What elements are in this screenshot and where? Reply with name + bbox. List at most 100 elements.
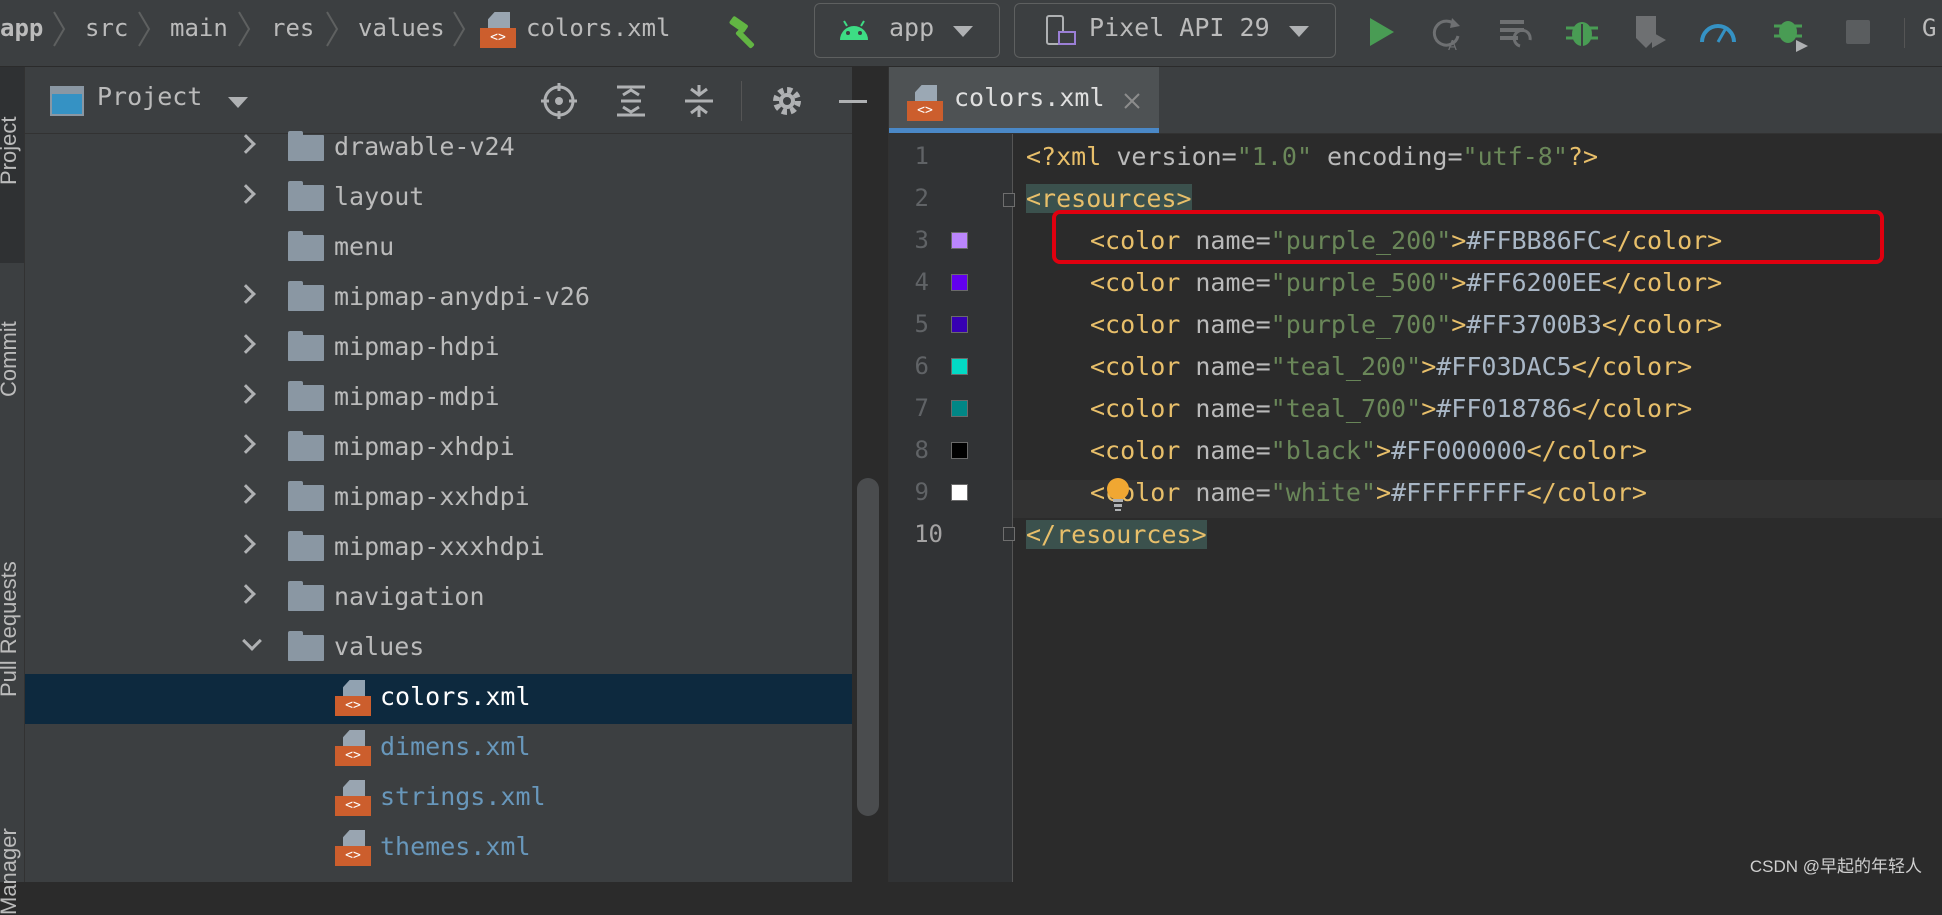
token: </color> — [1601, 310, 1723, 339]
tab-colors-xml[interactable]: <> colors.xml — [889, 67, 1159, 133]
breadcrumb-main[interactable]: main — [170, 14, 228, 42]
token: </color> — [1601, 268, 1723, 297]
tree-item-label: navigation — [334, 582, 485, 611]
hammer-icon[interactable] — [724, 12, 764, 52]
run-config-selector[interactable]: app — [814, 3, 1000, 58]
apply-code-changes-icon[interactable] — [1496, 12, 1536, 52]
locate-icon[interactable] — [541, 83, 577, 119]
tree-item-themes-xml[interactable]: <> themes.xml — [25, 824, 852, 874]
token: white — [1285, 478, 1361, 507]
color-swatch-purple-700[interactable] — [951, 316, 968, 333]
chevron-right-icon[interactable] — [236, 134, 256, 154]
color-swatch-black[interactable] — [951, 442, 968, 459]
run-icon[interactable] — [1362, 12, 1402, 52]
tree-item-layout[interactable]: layout — [25, 174, 852, 224]
android-icon — [840, 20, 868, 40]
device-selector[interactable]: Pixel API 29 — [1014, 3, 1336, 58]
tree-item-drawable-v24[interactable]: drawable-v24 — [25, 124, 852, 174]
profile-icon[interactable] — [1698, 12, 1738, 52]
gutter-separator — [1012, 134, 1013, 882]
color-swatch-teal-700[interactable] — [951, 400, 968, 417]
color-swatch-white[interactable] — [951, 484, 968, 501]
token: name — [1180, 478, 1256, 507]
breadcrumb-separator-icon — [326, 11, 339, 47]
tree-item-navigation[interactable]: navigation — [25, 574, 852, 624]
toolbar-overflow-text[interactable]: G — [1922, 14, 1936, 42]
apply-changes-icon[interactable]: A — [1426, 12, 1466, 52]
breadcrumb-app[interactable]: app — [0, 14, 43, 42]
chevron-right-icon[interactable] — [236, 434, 256, 454]
token: <color — [1090, 394, 1181, 423]
xml-file-icon: <> — [907, 85, 943, 121]
lightbulb-icon[interactable] — [1106, 477, 1130, 513]
token: " — [1270, 352, 1286, 381]
close-icon[interactable] — [1122, 91, 1142, 111]
commit-tool-tab-label[interactable]: Commit — [0, 321, 22, 397]
token: " — [1406, 352, 1422, 381]
tree-item-mipmap-xxxhdpi[interactable]: mipmap-xxxhdpi — [25, 524, 852, 574]
coverage-icon[interactable] — [1630, 12, 1670, 52]
stop-icon[interactable] — [1838, 12, 1878, 52]
line-number: 3 — [914, 226, 929, 254]
chevron-down-icon[interactable] — [242, 631, 262, 651]
hide-panel-icon[interactable] — [839, 100, 867, 103]
tree-item-mipmap-hdpi[interactable]: mipmap-hdpi — [25, 324, 852, 374]
project-tool-tab-label[interactable]: Project — [0, 117, 22, 185]
chevron-down-icon[interactable] — [228, 97, 248, 108]
tree-item-colors-xml[interactable]: <> colors.xml — [25, 674, 852, 724]
tree-item-menu[interactable]: menu — [25, 224, 852, 274]
line-number: 9 — [914, 478, 929, 506]
breadcrumb-res[interactable]: res — [271, 14, 314, 42]
project-view-label[interactable]: Project — [97, 82, 202, 111]
tree-item-strings-xml[interactable]: <> strings.xml — [25, 774, 852, 824]
color-swatch-purple-500[interactable] — [951, 274, 968, 291]
project-tree-scrollbar[interactable] — [857, 478, 879, 816]
token: " — [1270, 478, 1286, 507]
line-number: 6 — [914, 352, 929, 380]
debug-icon[interactable] — [1562, 12, 1602, 52]
navigation-bar: app src main res values <> colors.xml ap… — [0, 0, 1942, 67]
token: name — [1180, 352, 1256, 381]
project-tree: drawable-v24 layout menu mipmap-anydpi-v… — [25, 131, 852, 882]
chevron-right-icon[interactable] — [236, 584, 256, 604]
chevron-right-icon[interactable] — [236, 384, 256, 404]
expand-all-icon[interactable] — [613, 83, 649, 119]
chevron-right-icon[interactable] — [236, 284, 256, 304]
tree-item-mipmap-xxhdpi[interactable]: mipmap-xxhdpi — [25, 474, 852, 524]
chevron-right-icon[interactable] — [236, 484, 256, 504]
color-swatch-purple-200[interactable] — [951, 232, 968, 249]
token: = — [1255, 478, 1271, 507]
token: "1.0" — [1236, 142, 1312, 171]
color-swatch-teal-200[interactable] — [951, 358, 968, 375]
pull-requests-tool-tab-label[interactable]: Pull Requests — [0, 561, 22, 697]
chevron-right-icon[interactable] — [236, 334, 256, 354]
breadcrumb-src[interactable]: src — [85, 14, 128, 42]
tree-item-mipmap-xhdpi[interactable]: mipmap-xhdpi — [25, 424, 852, 474]
code-line-8: <color name="black">#FF000000</color> — [1090, 436, 1647, 465]
breadcrumb-values[interactable]: values — [358, 14, 445, 42]
token: #FF03DAC5 — [1436, 352, 1572, 381]
toolbar-divider — [1904, 18, 1905, 48]
chevron-right-icon[interactable] — [236, 184, 256, 204]
tree-item-mipmap-anydpi-v26[interactable]: mipmap-anydpi-v26 — [25, 274, 852, 324]
gear-icon[interactable] — [769, 83, 805, 119]
chevron-right-icon[interactable] — [236, 534, 256, 554]
code-line-4: <color name="purple_500">#FF6200EE</colo… — [1090, 268, 1722, 297]
manager-tool-tab-label[interactable]: Manager — [0, 828, 22, 915]
fold-marker-icon[interactable] — [1003, 193, 1015, 207]
collapse-all-icon[interactable] — [681, 83, 717, 119]
attach-debugger-icon[interactable] — [1770, 12, 1810, 52]
xml-file-icon: <> — [335, 730, 371, 766]
token: " — [1270, 394, 1286, 423]
tree-item-label: values — [334, 632, 425, 661]
line-number: 8 — [914, 436, 929, 464]
tree-item-mipmap-mdpi[interactable]: mipmap-mdpi — [25, 374, 852, 424]
token: </color> — [1571, 352, 1693, 381]
breadcrumb-colors-xml[interactable]: colors.xml — [526, 14, 671, 42]
tree-item-values[interactable]: values — [25, 624, 852, 674]
line-numbers: 1 2 3 4 5 6 7 8 9 10 — [889, 134, 943, 574]
device-label: Pixel API 29 — [1089, 13, 1270, 42]
breadcrumb-separator-icon — [138, 11, 151, 47]
tree-item-dimens-xml[interactable]: <> dimens.xml — [25, 724, 852, 774]
fold-marker-icon[interactable] — [1003, 527, 1015, 541]
